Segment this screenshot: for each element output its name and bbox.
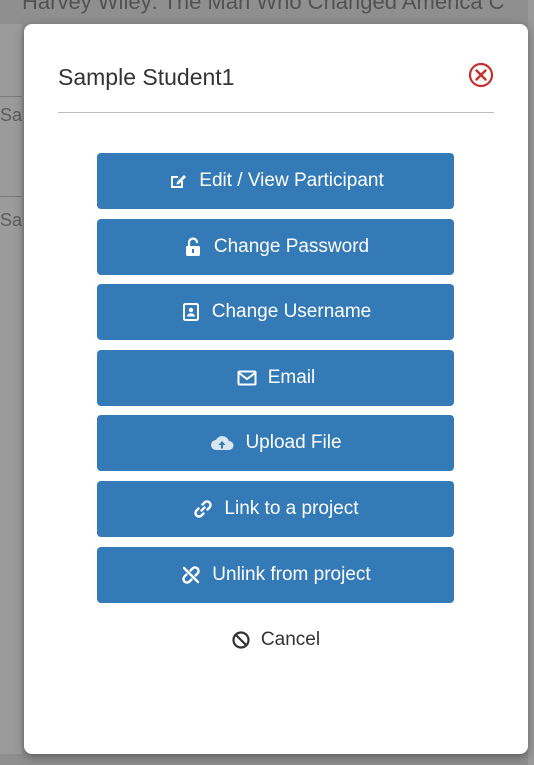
button-label: Change Username	[211, 301, 372, 323]
link-icon	[192, 498, 214, 520]
button-label: Link to a project	[224, 497, 359, 519]
upload-file-button[interactable]: Upload File	[97, 415, 454, 472]
background-row-text: Sa	[0, 210, 23, 230]
change-password-button[interactable]: Change Password	[97, 218, 454, 275]
button-label: Cancel	[260, 629, 321, 651]
close-button[interactable]	[468, 62, 494, 88]
cloud-upload-icon	[209, 432, 235, 454]
edit-view-participant-button[interactable]: Edit / View Participant	[97, 153, 454, 209]
link-to-project-button[interactable]: Link to a project	[97, 480, 454, 537]
button-label: Unlink from project	[212, 563, 371, 585]
cancel-button[interactable]: Cancel	[97, 612, 454, 668]
background-row-text: Sa	[0, 105, 23, 125]
button-label: Edit / View Participant	[199, 170, 384, 191]
action-list: Edit / View Participant Change Password	[97, 153, 454, 668]
unlink-from-project-button[interactable]: Unlink from project	[97, 546, 454, 603]
button-label: Email	[267, 366, 316, 388]
ban-icon	[231, 630, 251, 650]
id-card-icon	[180, 301, 202, 323]
participant-options-modal: Sample Student1 Edit / View Participant	[24, 24, 528, 754]
unlink-icon	[180, 564, 202, 586]
background-row-divider	[0, 96, 22, 97]
background-left-strip	[0, 24, 22, 754]
button-label: Change Password	[213, 235, 370, 257]
edit-icon	[167, 170, 189, 192]
unlock-icon	[182, 236, 204, 258]
change-username-button[interactable]: Change Username	[97, 284, 454, 341]
button-label: Upload File	[245, 432, 342, 454]
email-button[interactable]: Email	[97, 349, 454, 406]
modal-title: Sample Student1	[58, 64, 235, 90]
close-circle-icon	[468, 62, 494, 88]
background-page-title: Harvey Wiley: The Man Who Changed Americ…	[22, 0, 505, 14]
envelope-icon	[236, 367, 258, 389]
background-row-divider	[0, 196, 22, 197]
modal-header: Sample Student1	[58, 62, 494, 113]
background-right-strip	[528, 0, 534, 765]
